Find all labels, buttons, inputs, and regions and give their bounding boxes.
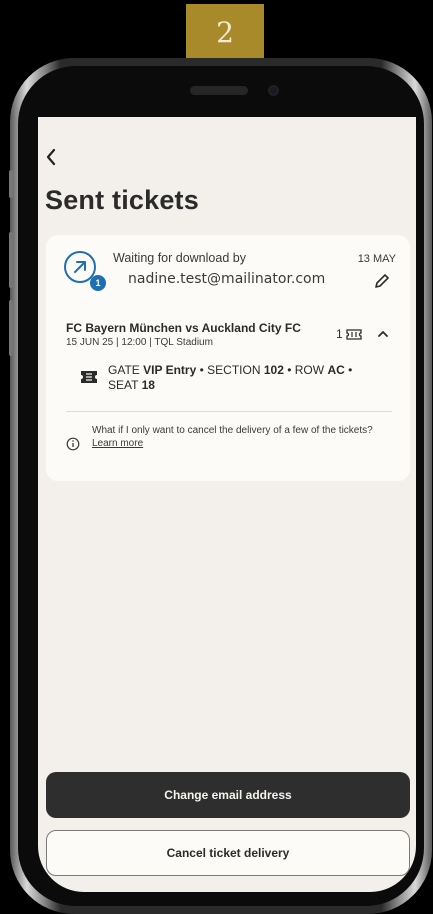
seat-value: 18 (141, 378, 155, 392)
change-email-button[interactable]: Change email address (46, 772, 410, 818)
ticket-icon (346, 328, 362, 340)
pencil-icon[interactable] (372, 271, 392, 291)
chevron-up-icon[interactable] (376, 327, 390, 341)
phone-volume-down (9, 300, 13, 356)
section-value: 102 (263, 363, 284, 377)
divider (66, 411, 392, 412)
step-badge: 2 (186, 4, 264, 60)
chevron-left-icon[interactable] (44, 147, 64, 169)
sent-date: 13 MAY (357, 253, 396, 265)
seat-details: GATE VIP Entry • SECTION 102 • ROW AC • … (108, 363, 353, 392)
phone-side-button (9, 170, 13, 198)
help-text: What if I only want to cancel the delive… (92, 425, 392, 450)
help-question: What if I only want to cancel the delive… (92, 425, 373, 436)
cancel-delivery-button[interactable]: Cancel ticket delivery (46, 830, 410, 876)
event-meta: 15 JUN 25 | 12:00 | TQL Stadium (66, 337, 213, 348)
phone-speaker (190, 86, 248, 95)
page-title: Sent tickets (45, 185, 199, 215)
recipient-email: nadine.test@mailinator.com (128, 271, 326, 287)
section-label: SECTION (207, 363, 261, 377)
seat-ticket-icon (81, 371, 97, 383)
app-screen: Sent tickets 1 Waiting for download by n… (38, 117, 416, 892)
status-text: Waiting for download by (113, 251, 246, 265)
phone-camera (268, 85, 279, 96)
gate-label: GATE (108, 363, 140, 377)
row-label: ROW (294, 363, 325, 377)
ticket-count: 1 (336, 327, 362, 341)
gate-value: VIP Entry (143, 363, 197, 377)
event-title: FC Bayern München vs Auckland City FC (66, 321, 301, 335)
delivery-card: 1 Waiting for download by nadine.test@ma… (46, 235, 410, 481)
info-icon (66, 437, 80, 451)
ticket-count-value: 1 (336, 327, 343, 341)
row-value: AC (327, 363, 345, 377)
seat-label: SEAT (108, 378, 139, 392)
status-count-badge: 1 (90, 275, 106, 291)
phone-volume-up (9, 232, 13, 288)
learn-more-link[interactable]: Learn more (92, 438, 392, 450)
